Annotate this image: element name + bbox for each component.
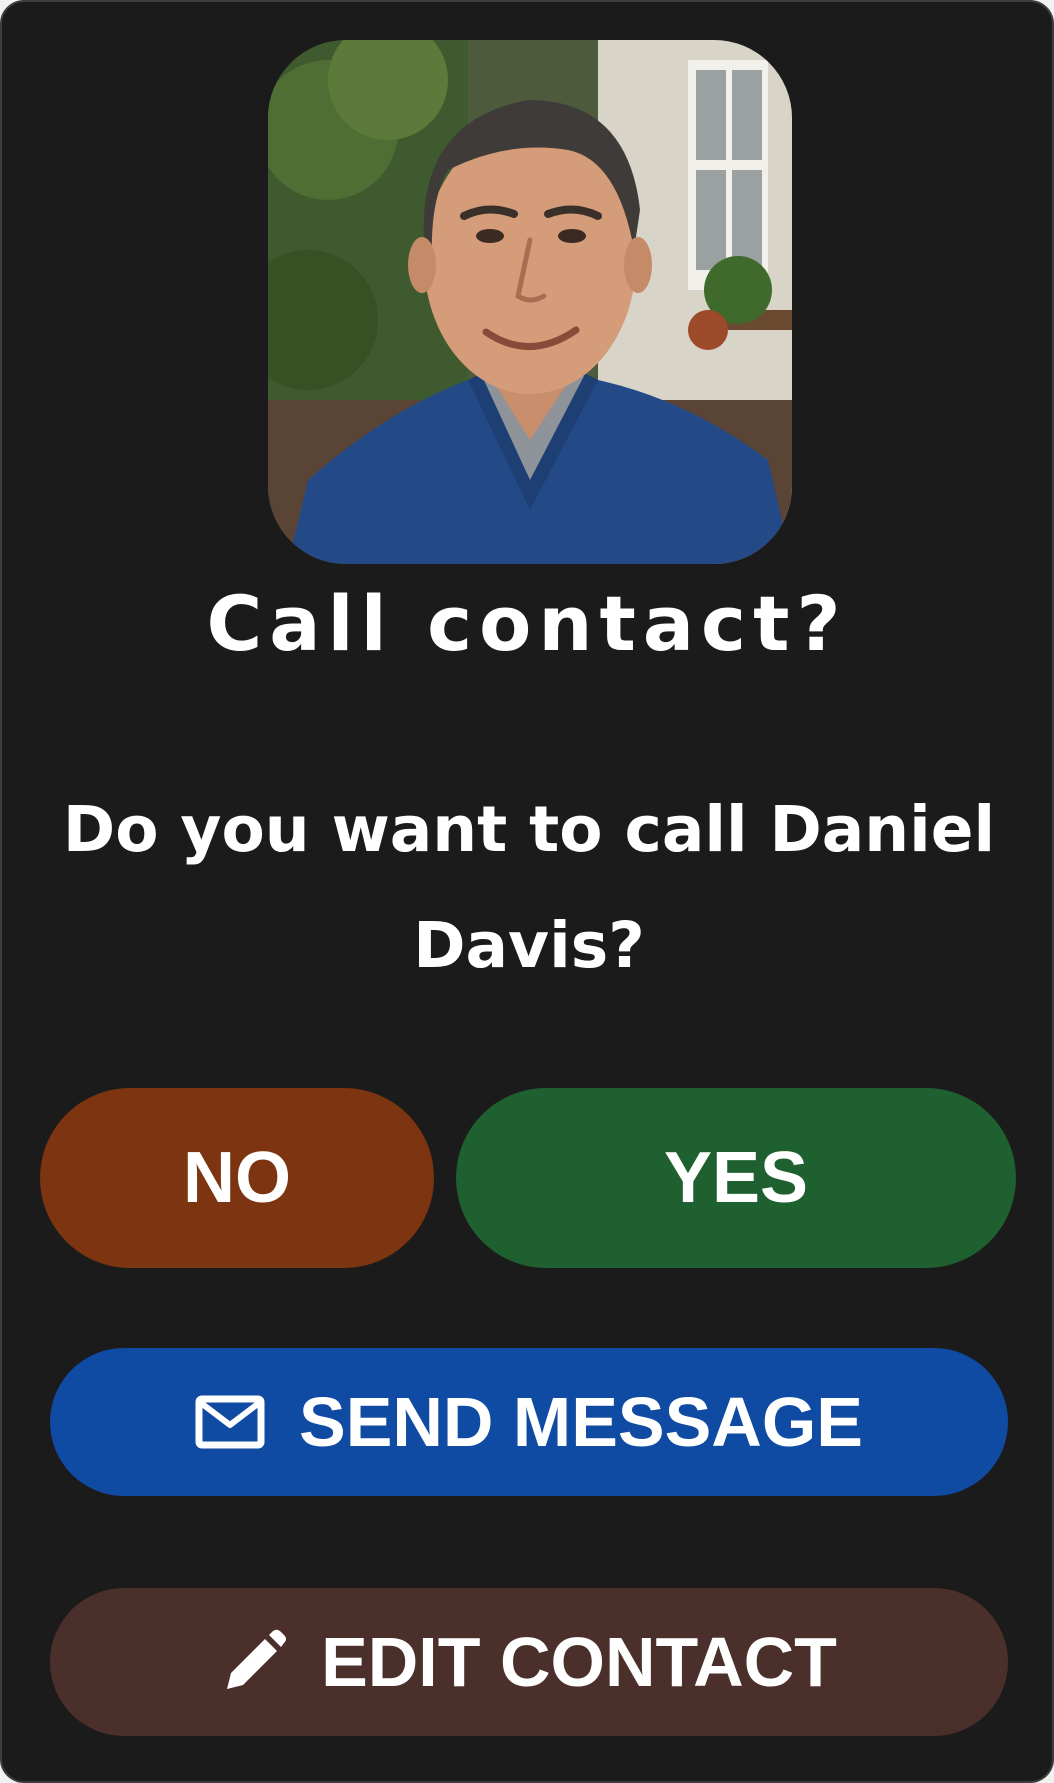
yes-button-label: YES xyxy=(663,1138,809,1218)
dialog-message: Do you want to call Daniel Davis? xyxy=(62,793,996,982)
no-button[interactable]: NO xyxy=(40,1088,434,1268)
send-message-label: SEND MESSAGE xyxy=(299,1383,863,1461)
contact-photo xyxy=(268,40,792,564)
send-message-button[interactable]: SEND MESSAGE xyxy=(50,1348,1008,1496)
edit-contact-label: EDIT CONTACT xyxy=(321,1623,837,1701)
edit-contact-button[interactable]: EDIT CONTACT xyxy=(50,1588,1008,1736)
pencil-icon xyxy=(221,1629,287,1695)
yes-button[interactable]: YES xyxy=(456,1088,1016,1268)
envelope-icon xyxy=(195,1395,265,1449)
contact-avatar xyxy=(268,40,792,564)
call-contact-dialog: Call contact? Do you want to call Daniel… xyxy=(0,0,1054,1783)
dialog-title: Call contact? xyxy=(206,579,848,668)
no-button-label: NO xyxy=(183,1138,291,1218)
